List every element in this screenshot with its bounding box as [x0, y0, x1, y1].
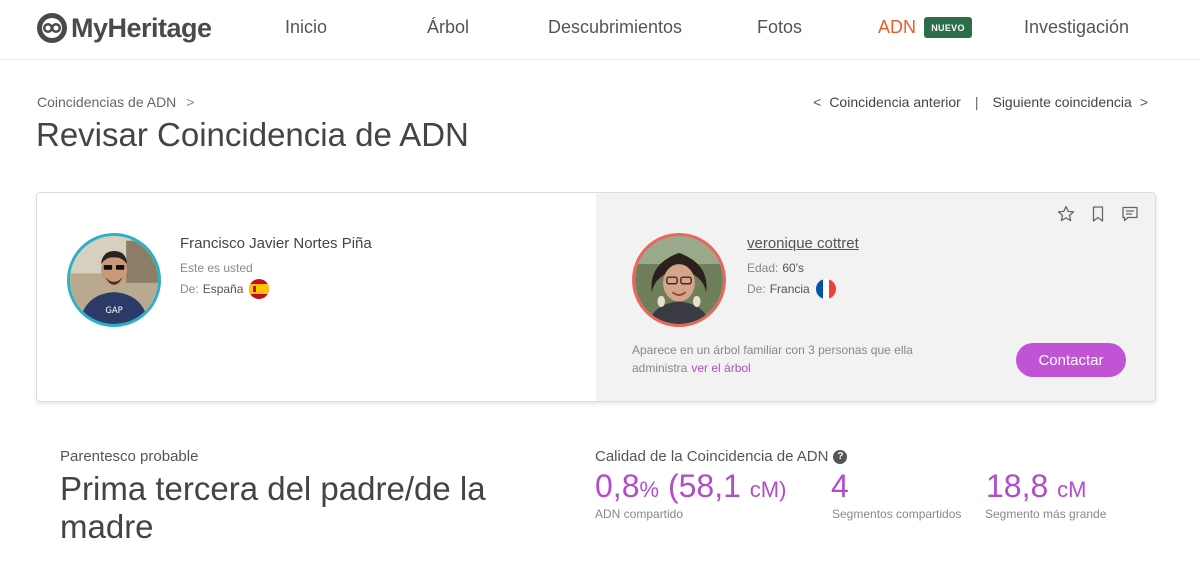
- shared-dna-percent: 0,8: [595, 468, 640, 504]
- nav-inicio[interactable]: Inicio: [285, 17, 327, 38]
- help-icon[interactable]: ?: [833, 449, 848, 464]
- match-origin: De: Francia: [747, 279, 836, 299]
- breadcrumb-separator: >: [186, 94, 195, 110]
- chevron-left-icon[interactable]: <: [813, 94, 821, 110]
- card-actions: [1057, 205, 1139, 223]
- chevron-right-icon[interactable]: >: [1140, 94, 1148, 110]
- largest-segment-caption: Segmento más grande: [985, 507, 1107, 521]
- top-navigation-bar: MyHeritage Inicio Árbol Descubrimientos …: [0, 0, 1200, 60]
- match-quality-label: Calidad de la Coincidencia de ADN ?: [595, 448, 848, 465]
- shared-dna-cm: (58,1: [667, 468, 741, 504]
- logo-text: MyHeritage: [71, 12, 212, 43]
- match-panel: veronique cottret Edad: 60's De: Francia…: [596, 193, 1155, 401]
- tree-note-text: Aparece en un árbol familiar con 3 perso…: [632, 343, 913, 375]
- shared-segments-value: 4: [831, 468, 849, 505]
- shared-segments-number: 4: [831, 468, 849, 504]
- breadcrumb: Coincidencias de ADN >: [37, 94, 194, 110]
- next-match-link[interactable]: Siguiente coincidencia: [992, 94, 1131, 110]
- france-flag-icon: [815, 279, 836, 299]
- self-subtitle: Este es usted: [180, 261, 253, 275]
- view-tree-link[interactable]: ver el árbol: [691, 361, 750, 375]
- spain-flag-icon: [249, 279, 270, 299]
- self-from-label: De:: [180, 282, 199, 296]
- self-origin: De: España: [180, 279, 270, 299]
- self-panel: GAP Francisco Javier Nortes Piña Este es…: [37, 193, 596, 401]
- largest-segment-value: 18,8 cM: [986, 468, 1087, 505]
- match-age: Edad: 60's: [747, 261, 804, 275]
- match-name-link[interactable]: veronique cottret: [747, 235, 859, 252]
- relationship-label: Parentesco probable: [60, 448, 199, 465]
- nav-adn[interactable]: ADN: [878, 17, 916, 38]
- shared-segments-caption: Segmentos compartidos: [832, 507, 962, 521]
- self-name: Francisco Javier Nortes Piña: [180, 235, 372, 252]
- shared-dna-value: 0,8% (58,1 cM): [595, 468, 786, 505]
- largest-segment-unit: cM: [1057, 477, 1087, 502]
- contact-button[interactable]: Contactar: [1016, 343, 1126, 377]
- nav-descubrimientos[interactable]: Descubrimientos: [548, 17, 682, 38]
- match-avatar: [632, 233, 726, 327]
- match-country: Francia: [769, 282, 810, 296]
- svg-text:GAP: GAP: [105, 305, 122, 315]
- nav-investigacion[interactable]: Investigación: [1024, 17, 1129, 38]
- shared-dna-caption: ADN compartido: [595, 507, 684, 521]
- match-age-value: 60's: [782, 261, 804, 275]
- nav-divider: |: [974, 94, 979, 110]
- shared-dna-percent-unit: %: [639, 477, 660, 502]
- comment-icon[interactable]: [1121, 205, 1139, 223]
- match-from-label: De:: [747, 282, 766, 296]
- page-title: Revisar Coincidencia de ADN: [36, 116, 469, 153]
- nav-fotos[interactable]: Fotos: [757, 17, 802, 38]
- myheritage-logo[interactable]: MyHeritage: [36, 12, 212, 44]
- match-card: GAP Francisco Javier Nortes Piña Este es…: [36, 192, 1156, 402]
- new-badge: NUEVO: [924, 17, 972, 38]
- relationship-value: Prima tercera del padre/de la madre: [60, 470, 486, 545]
- self-avatar: GAP: [67, 233, 161, 327]
- tree-note: Aparece en un árbol familiar con 3 perso…: [632, 341, 932, 377]
- bookmark-icon[interactable]: [1089, 205, 1107, 223]
- self-country: España: [202, 282, 244, 296]
- breadcrumb-dna-matches[interactable]: Coincidencias de ADN: [37, 94, 176, 110]
- myheritage-logo-icon: [36, 12, 68, 44]
- previous-match-link[interactable]: Coincidencia anterior: [829, 94, 961, 110]
- star-icon[interactable]: [1057, 205, 1075, 223]
- nav-arbol[interactable]: Árbol: [427, 17, 469, 38]
- match-navigation: < Coincidencia anterior | Siguiente coin…: [805, 94, 1156, 110]
- match-age-label: Edad:: [747, 261, 779, 275]
- match-quality-text: Calidad de la Coincidencia de ADN: [595, 448, 829, 465]
- largest-segment-number: 18,8: [986, 468, 1049, 504]
- shared-dna-cm-unit: cM): [749, 477, 787, 502]
